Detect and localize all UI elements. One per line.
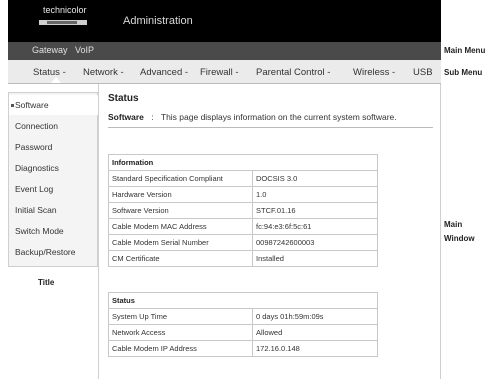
main-menu-gateway[interactable]: Gateway [32, 45, 68, 55]
page-description: Software : This page displays informatio… [108, 112, 397, 122]
table-cell-value: Installed [252, 250, 378, 267]
sidebar-item-label: Software [15, 100, 49, 110]
sub-menu-wireless[interactable]: Wireless - [353, 67, 395, 78]
table-row: Software Version STCF.01.16 [108, 202, 378, 219]
description-label: Software [108, 112, 144, 122]
sidebar-item-switch-mode[interactable]: Switch Mode [9, 221, 98, 241]
table-row: CM Certificate Installed [108, 250, 378, 267]
annotation-title: Title [38, 278, 55, 287]
table-cell-label: Cable Modem Serial Number [108, 234, 253, 251]
annotation-sub-menu: Sub Menu [444, 68, 483, 77]
sidebar-item-backup-restore[interactable]: Backup/Restore [9, 242, 98, 262]
table-cell-label: CM Certificate [108, 250, 253, 267]
table-row: Hardware Version 1.0 [108, 186, 378, 203]
sub-menu-parental-control[interactable]: Parental Control - [256, 67, 330, 78]
bullet-icon [11, 104, 14, 107]
information-table: Information Standard Specification Compl… [108, 154, 378, 267]
sub-menu-network[interactable]: Network - [83, 67, 124, 78]
sub-menu-firewall[interactable]: Firewall - [200, 67, 239, 78]
table-cell-value: Allowed [252, 324, 378, 341]
logo-bar-graphic [39, 20, 87, 25]
top-bar: technicolor Administration [8, 0, 441, 42]
table-cell-label: Network Access [108, 324, 253, 341]
sidebar-item-initial-scan[interactable]: Initial Scan [9, 200, 98, 220]
description-separator: : [151, 112, 154, 122]
table-cell-value: STCF.01.16 [252, 202, 378, 219]
table-cell-label: Hardware Version [108, 186, 253, 203]
status-table: Status System Up Time 0 days 01h:59m:09s… [108, 292, 378, 357]
annotation-main-window-line2: Window [444, 234, 475, 243]
title-divider [108, 127, 433, 128]
table-cell-value: fc:94:e3:6f:5c:61 [252, 218, 378, 235]
table-cell-value: 1.0 [252, 186, 378, 203]
table-header: Information [108, 154, 378, 171]
table-header: Status [108, 292, 378, 309]
technicolor-logo: technicolor [36, 5, 96, 31]
table-cell-label: Standard Specification Compliant [108, 170, 253, 187]
table-cell-label: Cable Modem IP Address [108, 340, 253, 357]
sub-menu: Status - Network - Advanced - Firewall -… [8, 60, 441, 84]
sidebar-item-label: Event Log [15, 184, 54, 194]
table-cell-label: Software Version [108, 202, 253, 219]
table-cell-value: 00987242600003 [252, 234, 378, 251]
main-menu-voip[interactable]: VoIP [75, 45, 94, 55]
table-cell-value: DOCSIS 3.0 [252, 170, 378, 187]
table-cell-label: Cable Modem MAC Address [108, 218, 253, 235]
sidebar: Software Connection Password Diagnostics… [8, 92, 98, 267]
active-pointer-icon [51, 77, 61, 83]
page-title: Status [108, 93, 139, 104]
table-cell-label: System Up Time [108, 308, 253, 325]
logo-text: technicolor [43, 5, 87, 15]
table-header-row: Information [108, 154, 378, 171]
sub-menu-usb[interactable]: USB [413, 67, 433, 78]
sidebar-item-label: Diagnostics [15, 163, 59, 173]
table-row: Network Access Allowed [108, 324, 378, 341]
sidebar-item-password[interactable]: Password [9, 137, 98, 157]
table-cell-value: 172.16.0.148 [252, 340, 378, 357]
app-title: Administration [123, 15, 193, 27]
annotation-main-window-line1: Main [444, 220, 463, 229]
sidebar-item-label: Connection [15, 121, 59, 131]
sidebar-item-label: Password [15, 142, 53, 152]
table-row: Cable Modem Serial Number 00987242600003 [108, 234, 378, 251]
sidebar-item-label: Switch Mode [15, 226, 64, 236]
table-row: System Up Time 0 days 01h:59m:09s [108, 308, 378, 325]
sidebar-item-connection[interactable]: Connection [9, 116, 98, 136]
table-cell-value: 0 days 01h:59m:09s [252, 308, 378, 325]
annotation-main-menu: Main Menu [444, 46, 486, 55]
table-row: Standard Specification Compliant DOCSIS … [108, 170, 378, 187]
sub-menu-advanced[interactable]: Advanced - [140, 67, 188, 78]
content-right-border [440, 84, 441, 379]
sidebar-item-event-log[interactable]: Event Log [9, 179, 98, 199]
main-menu: Gateway VoIP [8, 42, 441, 60]
description-text: This page displays information on the cu… [160, 112, 397, 122]
sidebar-item-diagnostics[interactable]: Diagnostics [9, 158, 98, 178]
table-header-row: Status [108, 292, 378, 309]
sidebar-item-label: Backup/Restore [15, 247, 76, 257]
content-left-border [98, 84, 99, 379]
table-row: Cable Modem IP Address 172.16.0.148 [108, 340, 378, 357]
table-row: Cable Modem MAC Address fc:94:e3:6f:5c:6… [108, 218, 378, 235]
sidebar-item-software[interactable]: Software [9, 95, 98, 115]
sidebar-item-label: Initial Scan [15, 205, 57, 215]
